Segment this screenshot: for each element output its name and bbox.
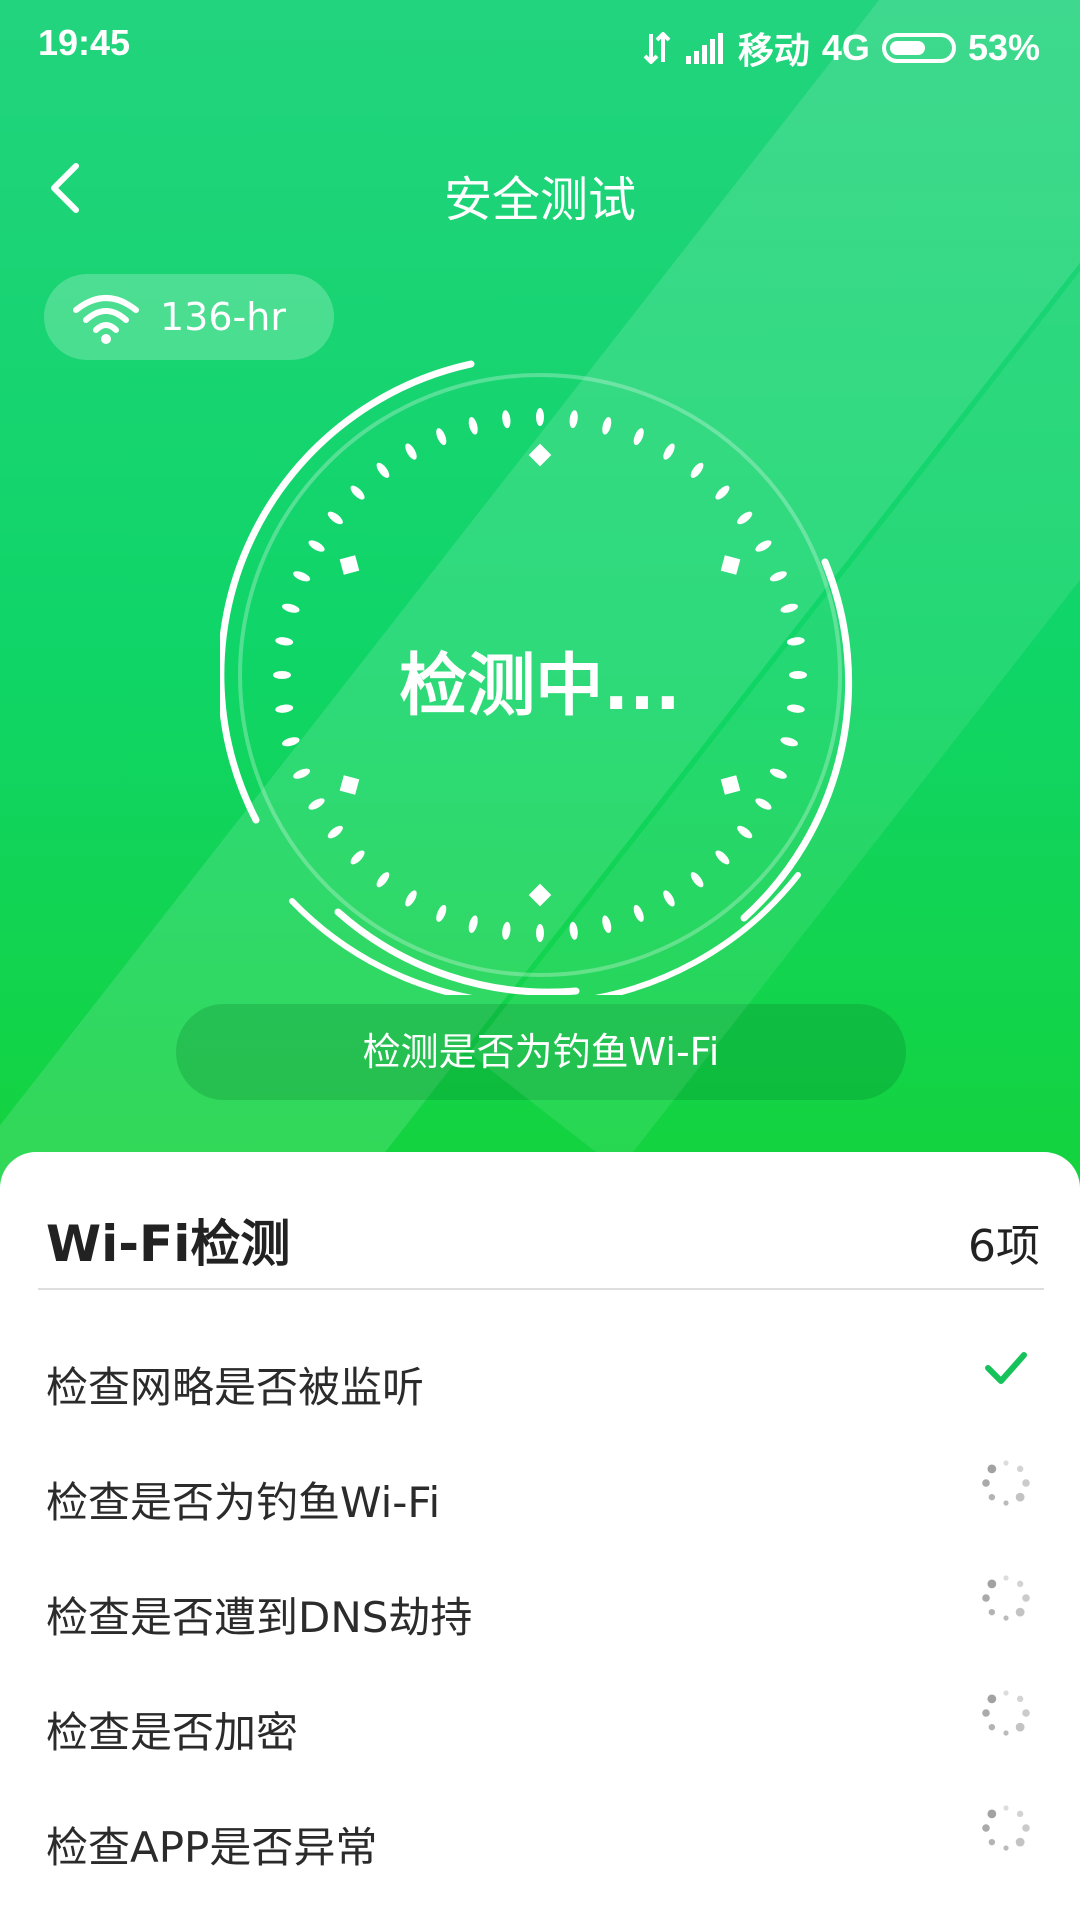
carrier-label: 移动: [737, 30, 810, 71]
check-item: 检查是否遭到DNS劫持: [0, 1568, 1080, 1683]
dial-tick: [536, 924, 544, 942]
check-item-label: 检查是否为钓鱼Wi-Fi: [46, 1478, 441, 1527]
wifi-ssid: 136-hr: [160, 295, 286, 339]
battery-fill: [889, 41, 925, 55]
check-item-label: 检查是否加密: [46, 1708, 299, 1757]
dial-tick: [737, 511, 753, 525]
dial-tick: [468, 417, 478, 435]
dial-tick: [780, 603, 798, 613]
spinner-icon: [976, 1798, 1036, 1858]
dial-marker: [720, 775, 741, 795]
dial-tick: [293, 571, 311, 582]
check-item: 检查是否为钓鱼Wi-Fi: [0, 1453, 1080, 1568]
dial-tick: [769, 571, 787, 582]
dial-tick: [663, 890, 675, 907]
spinner-icon: [976, 1683, 1036, 1743]
check-item-label: 检查APP是否异常: [46, 1823, 378, 1872]
checklist-panel: Wi-Fi检测 6项 检查网略是否被监听 检查是否为钓鱼Wi-Fi 检查是否遭到…: [0, 1152, 1080, 1920]
dial-tick: [282, 603, 300, 613]
signal-icon: [685, 33, 723, 64]
dial-tick: [789, 671, 807, 679]
dial-tick: [376, 872, 390, 888]
dial-tick: [436, 428, 447, 446]
dial-marker: [528, 883, 552, 907]
dial-tick: [786, 704, 805, 713]
dial-tick: [282, 737, 300, 747]
dial-arc-left: [220, 360, 475, 824]
status-time: 19:45: [38, 22, 131, 63]
dial-tick: [602, 417, 612, 435]
data-transfer-icon: [643, 32, 671, 64]
check-item-label: 检查网略是否被监听: [46, 1363, 425, 1412]
battery-icon: [881, 33, 956, 63]
check-list: 检查网略是否被监听 检查是否为钓鱼Wi-Fi 检查是否遭到DNS劫持 检查是否加…: [0, 1338, 1080, 1913]
dial-tick: [715, 850, 730, 865]
dial-tick: [536, 408, 544, 426]
dial-marker: [720, 555, 741, 575]
scan-status-text: 检测中...: [399, 647, 681, 726]
page-title: 安全测试: [443, 172, 636, 228]
dial-tick: [308, 540, 325, 552]
dial-tick: [769, 768, 787, 779]
dial-marker: [339, 555, 360, 575]
dial-tick: [376, 462, 390, 478]
dial-tick: [327, 511, 343, 525]
dial-tick: [436, 904, 447, 922]
wifi-icon: [73, 295, 139, 344]
dial-arc-right: [740, 558, 853, 922]
divider: [38, 1288, 1044, 1290]
dial-tick: [502, 921, 511, 940]
dial-tick: [755, 540, 772, 552]
dial-tick: [569, 410, 578, 429]
dial-tick: [737, 825, 753, 839]
checklist-count: 6项: [968, 1221, 1040, 1272]
dial-tick: [715, 485, 730, 500]
dial-tick: [502, 410, 511, 429]
spinner-icon: [976, 1453, 1036, 1513]
checklist-title: Wi-Fi检测: [46, 1215, 291, 1273]
spinner-icon: [976, 1568, 1036, 1628]
dial-tick: [780, 737, 798, 747]
dial-tick: [350, 850, 365, 865]
check-item: 检查APP是否异常: [0, 1798, 1080, 1913]
dial-tick: [308, 798, 325, 810]
dial-tick: [405, 443, 417, 460]
dial-marker: [339, 775, 360, 795]
status-bar: 19:45 移动 4G 53%: [0, 0, 1080, 84]
check-item: 检查是否加密: [0, 1683, 1080, 1798]
dial-tick: [755, 798, 772, 810]
dial-tick: [633, 904, 644, 922]
dial-marker: [528, 443, 552, 467]
dial-tick: [327, 825, 343, 839]
network-type: 4G: [821, 27, 870, 68]
dial-tick: [468, 915, 478, 933]
dial-tick: [569, 921, 578, 940]
dial-tick: [602, 915, 612, 933]
check-item: 检查网略是否被监听: [0, 1338, 1080, 1453]
wifi-network-chip[interactable]: 136-hr: [44, 274, 334, 360]
dial-tick: [633, 428, 644, 446]
check-item-label: 检查是否遭到DNS劫持: [46, 1593, 473, 1642]
current-task-pill: 检测是否为钓鱼Wi-Fi: [176, 1004, 906, 1100]
battery-percent: 53%: [967, 27, 1040, 68]
dial-tick: [690, 462, 704, 478]
hero-panel: 19:45 移动 4G 53% 安全测试 136-hr 检测中... 检测是否为…: [0, 0, 1080, 1200]
dial-tick: [663, 443, 675, 460]
dial-tick: [405, 890, 417, 907]
dial-tick: [350, 485, 365, 500]
status-indicators: 移动 4G 53%: [630, 22, 1040, 74]
dial-tick: [293, 768, 311, 779]
checkmark-icon: [976, 1338, 1036, 1398]
dial-tick: [690, 872, 704, 888]
